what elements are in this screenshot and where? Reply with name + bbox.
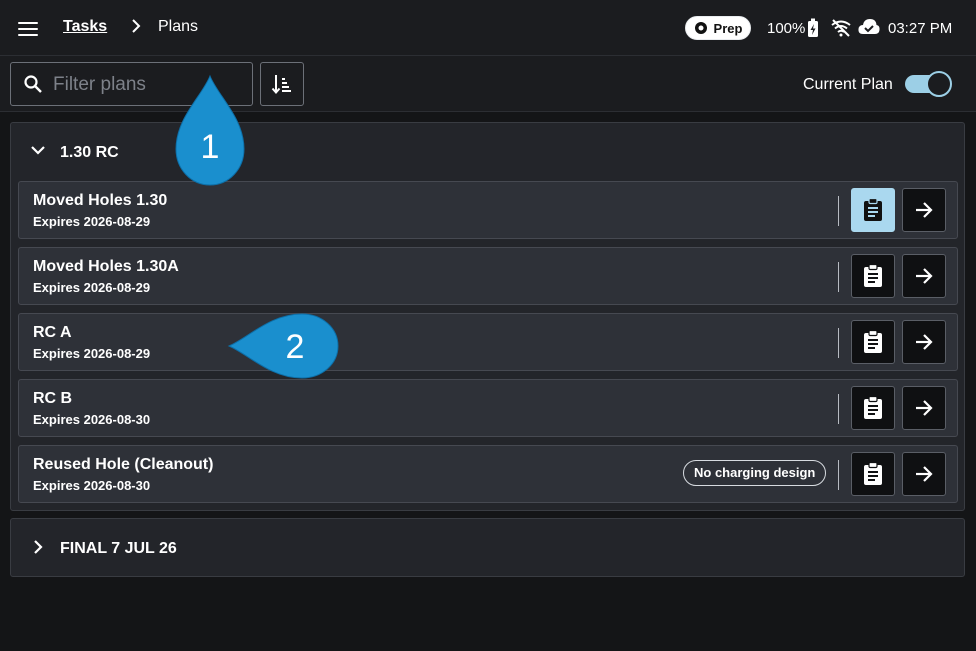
plan-name: Moved Holes 1.30A	[33, 258, 179, 275]
plan-expiry: Expires 2026-08-29	[33, 346, 151, 361]
group-header[interactable]: FINAL 7 JUL 26	[11, 519, 964, 577]
plan-row[interactable]: RC B Expires 2026-08-30	[18, 379, 958, 437]
open-plan-button[interactable]	[902, 386, 946, 430]
arrow-right-icon	[916, 268, 933, 284]
callout-number: 2	[286, 328, 305, 366]
toggle-knob	[926, 71, 952, 97]
callout-marker-1: 1	[175, 74, 245, 186]
row-divider	[838, 328, 839, 358]
plan-name: RC A	[33, 324, 72, 341]
chevron-down-icon	[31, 146, 45, 155]
sort-order-icon	[271, 75, 291, 95]
plan-details-button[interactable]	[851, 320, 895, 364]
plan-group: 1.30 RC Moved Holes 1.30 Expires 2026-08…	[10, 122, 965, 511]
clipboard-icon	[864, 264, 882, 287]
plan-name: RC B	[33, 390, 73, 407]
open-plan-button[interactable]	[902, 188, 946, 232]
open-plan-button[interactable]	[902, 452, 946, 496]
clipboard-icon	[864, 198, 882, 221]
plan-expiry: Expires 2026-08-29	[33, 280, 151, 295]
plan-name: Moved Holes 1.30	[33, 192, 168, 209]
group-title: 1.30 RC	[60, 144, 119, 161]
plan-row[interactable]: Moved Holes 1.30A Expires 2026-08-29	[18, 247, 958, 305]
plan-group: FINAL 7 JUL 26	[10, 518, 965, 577]
battery-charging-icon	[808, 18, 818, 37]
callout-marker-2: 2	[227, 313, 339, 379]
open-plan-button[interactable]	[902, 320, 946, 364]
chevron-right-icon	[132, 19, 141, 33]
battery-percent: 100%	[767, 20, 806, 37]
arrow-right-icon	[916, 202, 933, 218]
plan-name: Reused Hole (Cleanout)	[33, 456, 214, 473]
arrow-right-icon	[916, 334, 933, 350]
row-divider	[838, 394, 839, 424]
current-plan-label: Current Plan	[803, 76, 893, 93]
cloud-done-icon	[858, 19, 880, 34]
plan-row[interactable]: RC A Expires 2026-08-29	[18, 313, 958, 371]
clock-time: 03:27 PM	[888, 20, 953, 37]
plan-expiry: Expires 2026-08-30	[33, 412, 151, 427]
current-plan-toggle[interactable]	[905, 71, 953, 97]
plan-details-button[interactable]	[851, 386, 895, 430]
plan-details-button[interactable]	[851, 254, 895, 298]
plan-row[interactable]: Moved Holes 1.30 Expires 2026-08-29	[18, 181, 958, 239]
arrow-right-icon	[916, 400, 933, 416]
plan-details-button[interactable]	[851, 452, 895, 496]
wifi-off-icon	[831, 19, 851, 37]
plan-row[interactable]: Reused Hole (Cleanout) Expires 2026-08-3…	[18, 445, 958, 503]
clipboard-icon	[864, 396, 882, 419]
filter-toolbar: Current Plan	[0, 56, 976, 112]
arrow-right-icon	[916, 466, 933, 482]
mode-badge: Prep	[685, 16, 751, 40]
no-charging-design-badge: No charging design	[683, 460, 827, 486]
clipboard-icon	[864, 330, 882, 353]
open-plan-button[interactable]	[902, 254, 946, 298]
breadcrumb-tasks-link[interactable]: Tasks	[63, 18, 107, 36]
plan-expiry: Expires 2026-08-30	[33, 478, 151, 493]
row-divider	[838, 460, 839, 490]
clipboard-icon	[864, 462, 882, 485]
sort-button[interactable]	[260, 62, 304, 106]
hamburger-menu-icon[interactable]	[16, 17, 40, 41]
plan-expiry: Expires 2026-08-29	[33, 214, 151, 229]
breadcrumb-current: Plans	[158, 18, 199, 35]
chevron-right-icon	[34, 540, 43, 554]
group-header[interactable]: 1.30 RC	[11, 123, 964, 181]
disc-icon	[694, 22, 707, 34]
row-divider	[838, 196, 839, 226]
group-title: FINAL 7 JUL 26	[60, 540, 177, 557]
top-bar: Tasks Plans Prep 100% 03:27 PM	[0, 0, 976, 56]
plan-details-button[interactable]	[851, 188, 895, 232]
row-divider	[838, 262, 839, 292]
callout-number: 1	[201, 128, 220, 166]
search-icon	[24, 75, 42, 93]
